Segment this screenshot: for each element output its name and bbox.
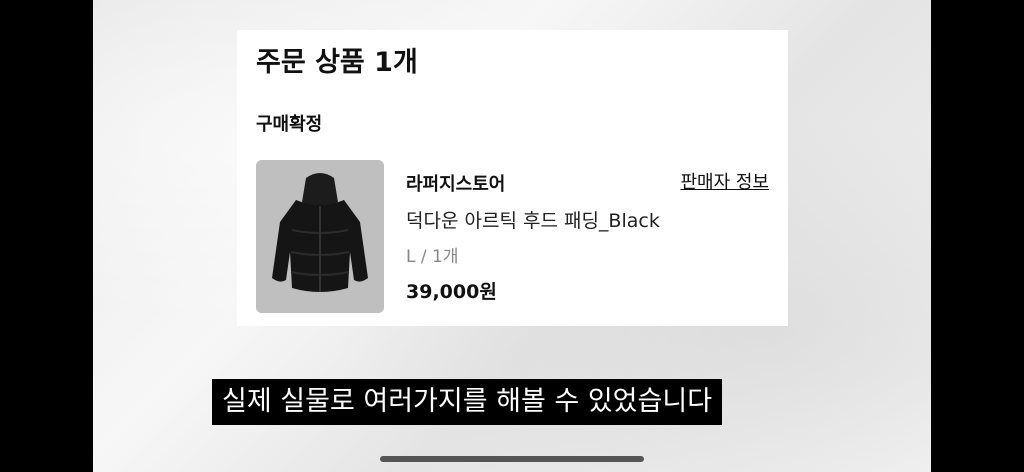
jacket-icon [256,160,384,313]
home-indicator-bar[interactable] [380,456,644,462]
product-name[interactable]: 덕다운 아르틱 후드 패딩_Black [406,206,660,233]
order-status: 구매확정 [256,114,323,135]
order-card: 주문 상품 1개 구매확정 라퍼지스토어 판매자 정보 덕다운 아르틱 후드 패… [237,30,788,326]
seller-info-link[interactable]: 판매자 정보 [680,168,769,194]
product-price: 39,000원 [406,281,497,303]
order-title: 주문 상품 1개 [256,47,418,78]
store-name[interactable]: 라퍼지스토어 [406,170,505,196]
product-option: L / 1개 [406,247,459,267]
product-thumbnail[interactable] [256,160,384,313]
video-subtitle: 실제 실물로 여러가지를 해볼 수 있었습니다 [212,379,723,425]
